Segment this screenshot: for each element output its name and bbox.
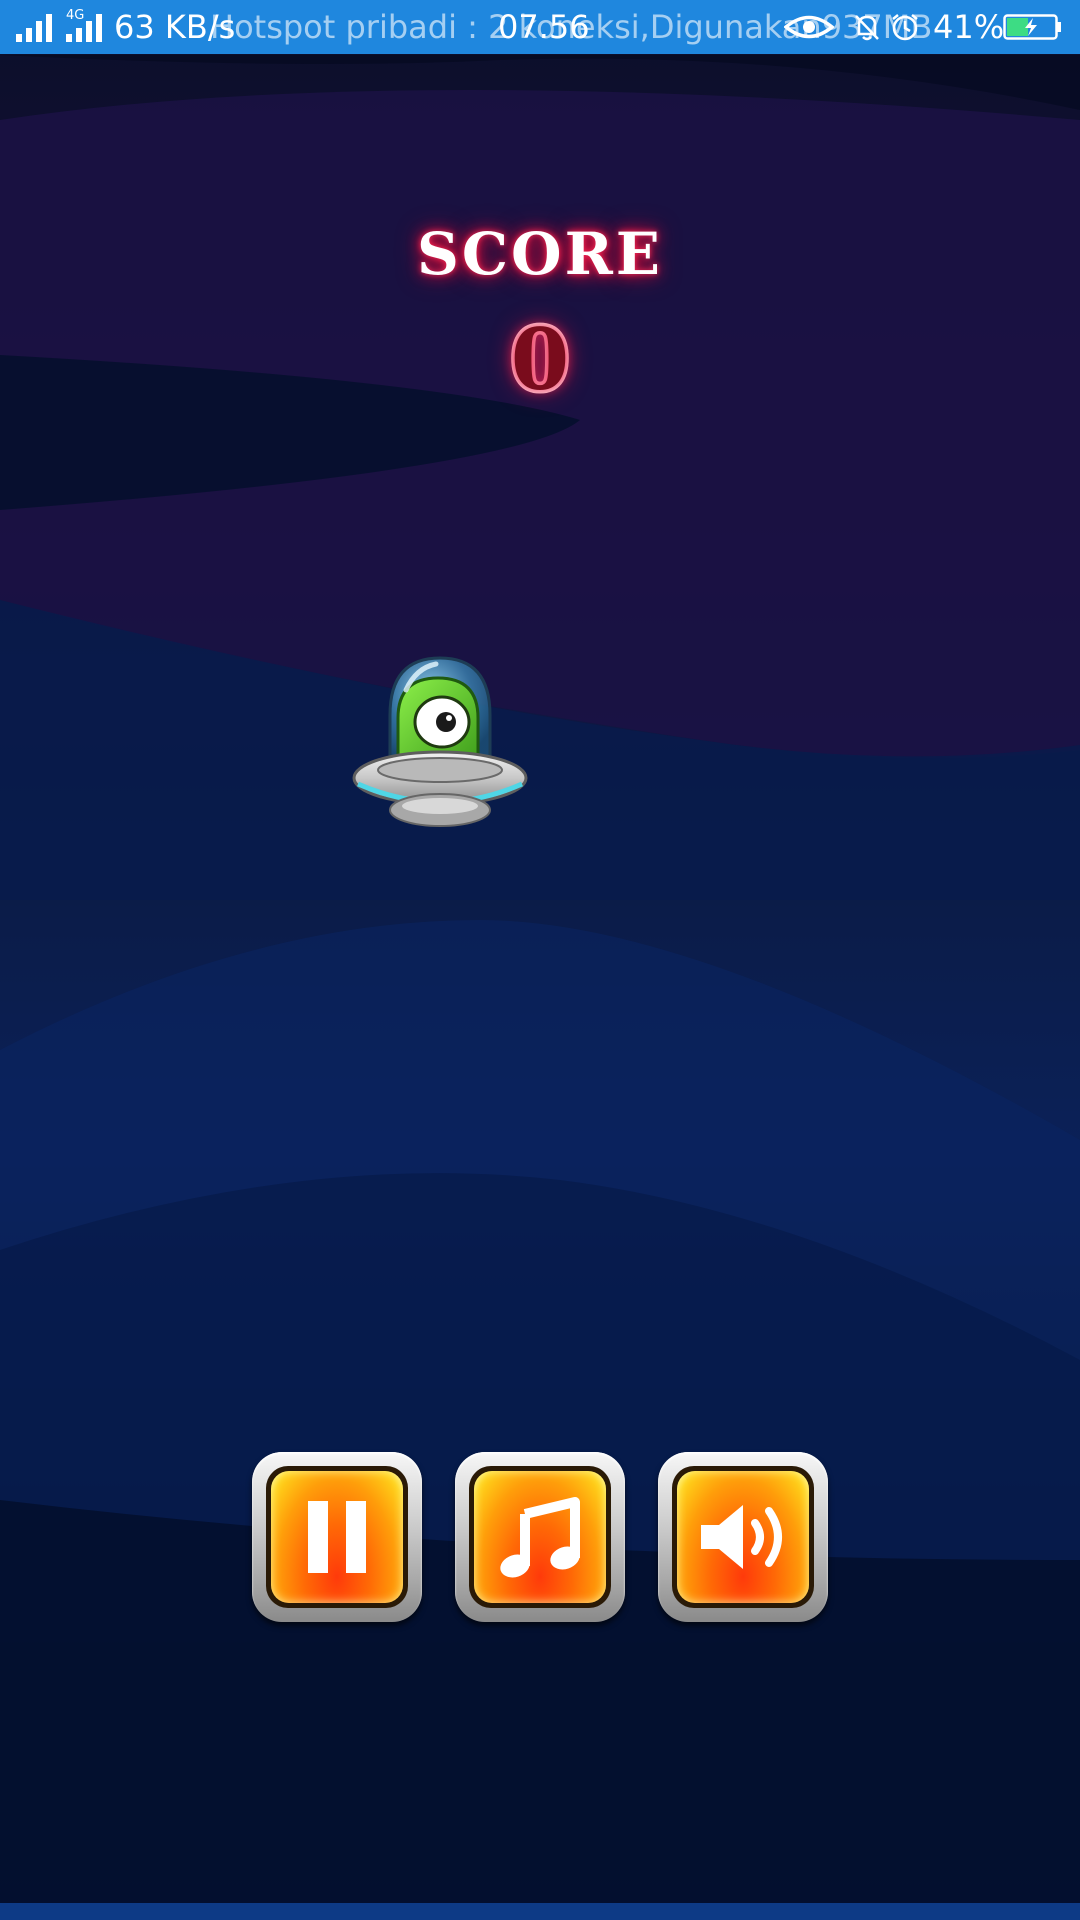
battery-charging-icon (1003, 14, 1061, 40)
pause-button[interactable] (252, 1452, 422, 1622)
music-note-icon (500, 1497, 580, 1578)
sound-button[interactable] (658, 1452, 828, 1622)
control-buttons (252, 1452, 828, 1622)
space-background (0, 0, 1080, 1920)
music-button[interactable] (455, 1452, 625, 1622)
ufo-alien-player (352, 656, 528, 827)
battery-percentage: 41% (933, 8, 1005, 46)
bell-off-icon (855, 15, 879, 41)
score-value: 0 (507, 307, 572, 413)
clock: 07.56 (498, 8, 590, 46)
pause-icon (308, 1501, 366, 1573)
speaker-icon (701, 1505, 782, 1569)
eye-icon (784, 15, 834, 39)
signal-icon (16, 14, 52, 42)
status-bar: 4G 63 KB/s Hotspot pribadi : 2 koneksi,D… (0, 0, 1080, 54)
alarm-icon (892, 14, 918, 41)
signal-4g-icon (66, 14, 102, 42)
score-label: SCORE (417, 220, 663, 288)
